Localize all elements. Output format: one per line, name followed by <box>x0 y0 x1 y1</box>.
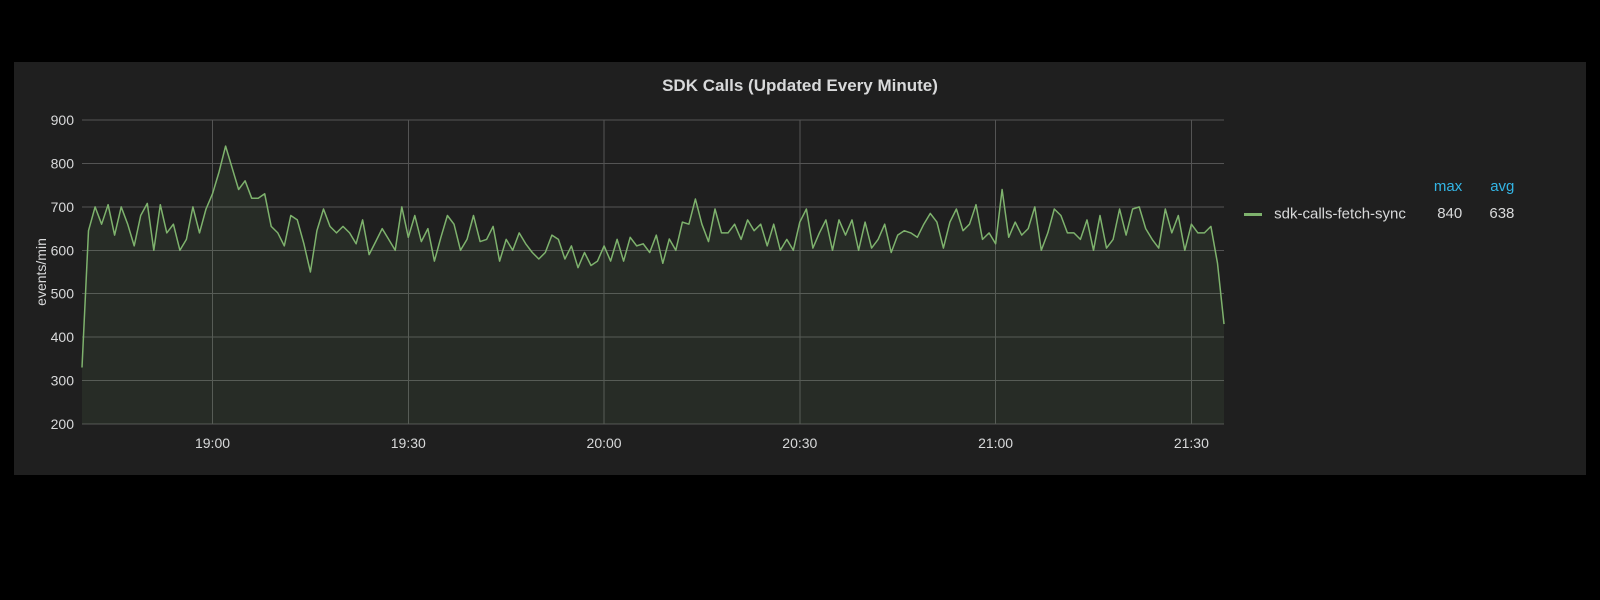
svg-text:21:30: 21:30 <box>1174 435 1209 451</box>
svg-text:21:00: 21:00 <box>978 435 1013 451</box>
svg-text:800: 800 <box>51 155 75 171</box>
svg-text:300: 300 <box>51 373 75 389</box>
legend-series-max: 840 <box>1420 199 1476 229</box>
svg-text:events/min: events/min <box>34 238 49 306</box>
legend-header-max[interactable]: max <box>1420 174 1476 199</box>
svg-text:700: 700 <box>51 199 75 215</box>
svg-text:600: 600 <box>51 242 75 258</box>
chart-panel: SDK Calls (Updated Every Minute) 200 300 4… <box>14 62 1586 475</box>
svg-text:500: 500 <box>51 286 75 302</box>
svg-text:19:30: 19:30 <box>391 435 426 451</box>
svg-text:20:30: 20:30 <box>782 435 817 451</box>
chart-plot-area[interactable]: 200 300 400 500 600 700 800 900 19:00 19:30 20:00 2… <box>34 106 1234 464</box>
legend-series-name: sdk-calls-fetch-sync <box>1274 206 1406 223</box>
legend-series-avg: 638 <box>1476 199 1528 229</box>
legend: max avg sdk-calls-fetch-sync 840 638 <box>1244 174 1584 229</box>
svg-text:19:00: 19:00 <box>195 435 230 451</box>
chart-svg: 200 300 400 500 600 700 800 900 19:00 19:30 20:00 2… <box>34 106 1234 464</box>
svg-text:200: 200 <box>51 416 75 432</box>
svg-text:20:00: 20:00 <box>587 435 622 451</box>
panel-title: SDK Calls (Updated Every Minute) <box>14 76 1586 96</box>
svg-text:900: 900 <box>51 112 75 128</box>
legend-color-swatch <box>1244 213 1262 216</box>
legend-row[interactable]: sdk-calls-fetch-sync 840 638 <box>1244 199 1528 229</box>
svg-text:400: 400 <box>51 329 75 345</box>
legend-header-avg[interactable]: avg <box>1476 174 1528 199</box>
